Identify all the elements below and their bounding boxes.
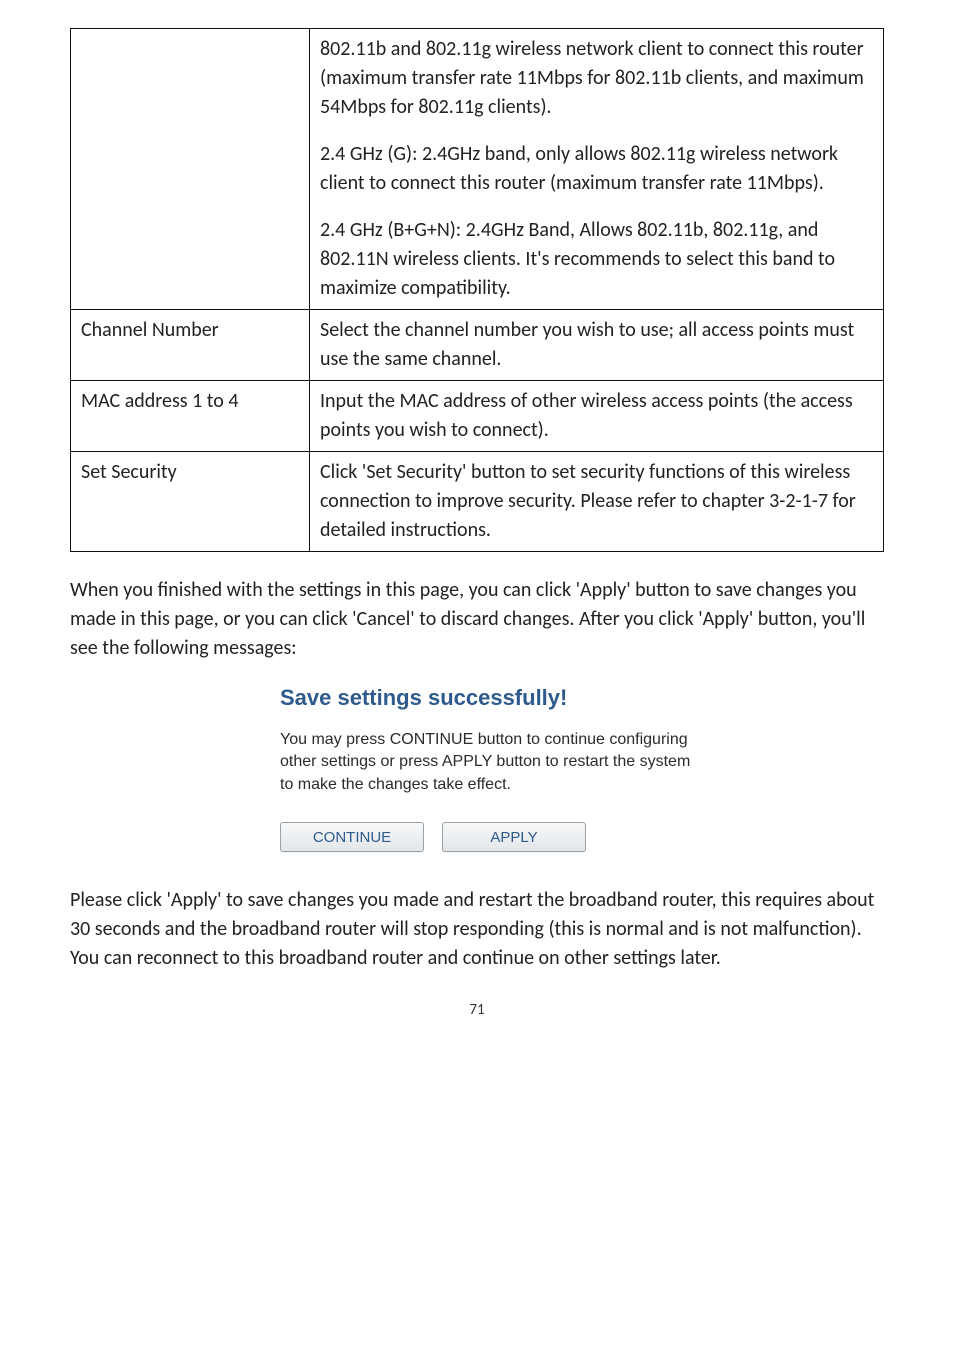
row-label-blank bbox=[71, 29, 310, 310]
continue-button[interactable]: CONTINUE bbox=[280, 822, 424, 852]
row-desc-channel-number: Select the channel number you wish to us… bbox=[310, 310, 884, 381]
button-row: CONTINUE APPLY bbox=[280, 822, 750, 852]
apply-button[interactable]: APPLY bbox=[442, 822, 586, 852]
table-row: Channel Number Select the channel number… bbox=[71, 310, 884, 381]
row-label-channel-number: Channel Number bbox=[71, 310, 310, 381]
row-label-set-security: Set Security bbox=[71, 452, 310, 552]
table-row: 802.11b and 802.11g wireless network cli… bbox=[71, 29, 884, 310]
body-paragraph-restart-info: Please click 'Apply' to save changes you… bbox=[70, 886, 884, 973]
success-title: Save settings successfully! bbox=[280, 685, 750, 711]
settings-table: 802.11b and 802.11g wireless network cli… bbox=[70, 28, 884, 552]
table-row: Set Security Click 'Set Security' button… bbox=[71, 452, 884, 552]
row-label-mac-address: MAC address 1 to 4 bbox=[71, 381, 310, 452]
row-desc-mac-address: Input the MAC address of other wireless … bbox=[310, 381, 884, 452]
row-desc-band-modes: 802.11b and 802.11g wireless network cli… bbox=[310, 29, 884, 310]
cell-para: 2.4 GHz (G): 2.4GHz band, only allows 80… bbox=[320, 140, 873, 198]
cell-para: 802.11b and 802.11g wireless network cli… bbox=[320, 35, 873, 122]
save-settings-callout: Save settings successfully! You may pres… bbox=[280, 685, 750, 852]
success-message: You may press CONTINUE button to continu… bbox=[280, 729, 700, 796]
page-number: 71 bbox=[70, 1001, 884, 1019]
body-paragraph-apply-info: When you finished with the settings in t… bbox=[70, 576, 884, 663]
table-row: MAC address 1 to 4 Input the MAC address… bbox=[71, 381, 884, 452]
cell-para: 2.4 GHz (B+G+N): 2.4GHz Band, Allows 802… bbox=[320, 216, 873, 303]
row-desc-set-security: Click 'Set Security' button to set secur… bbox=[310, 452, 884, 552]
